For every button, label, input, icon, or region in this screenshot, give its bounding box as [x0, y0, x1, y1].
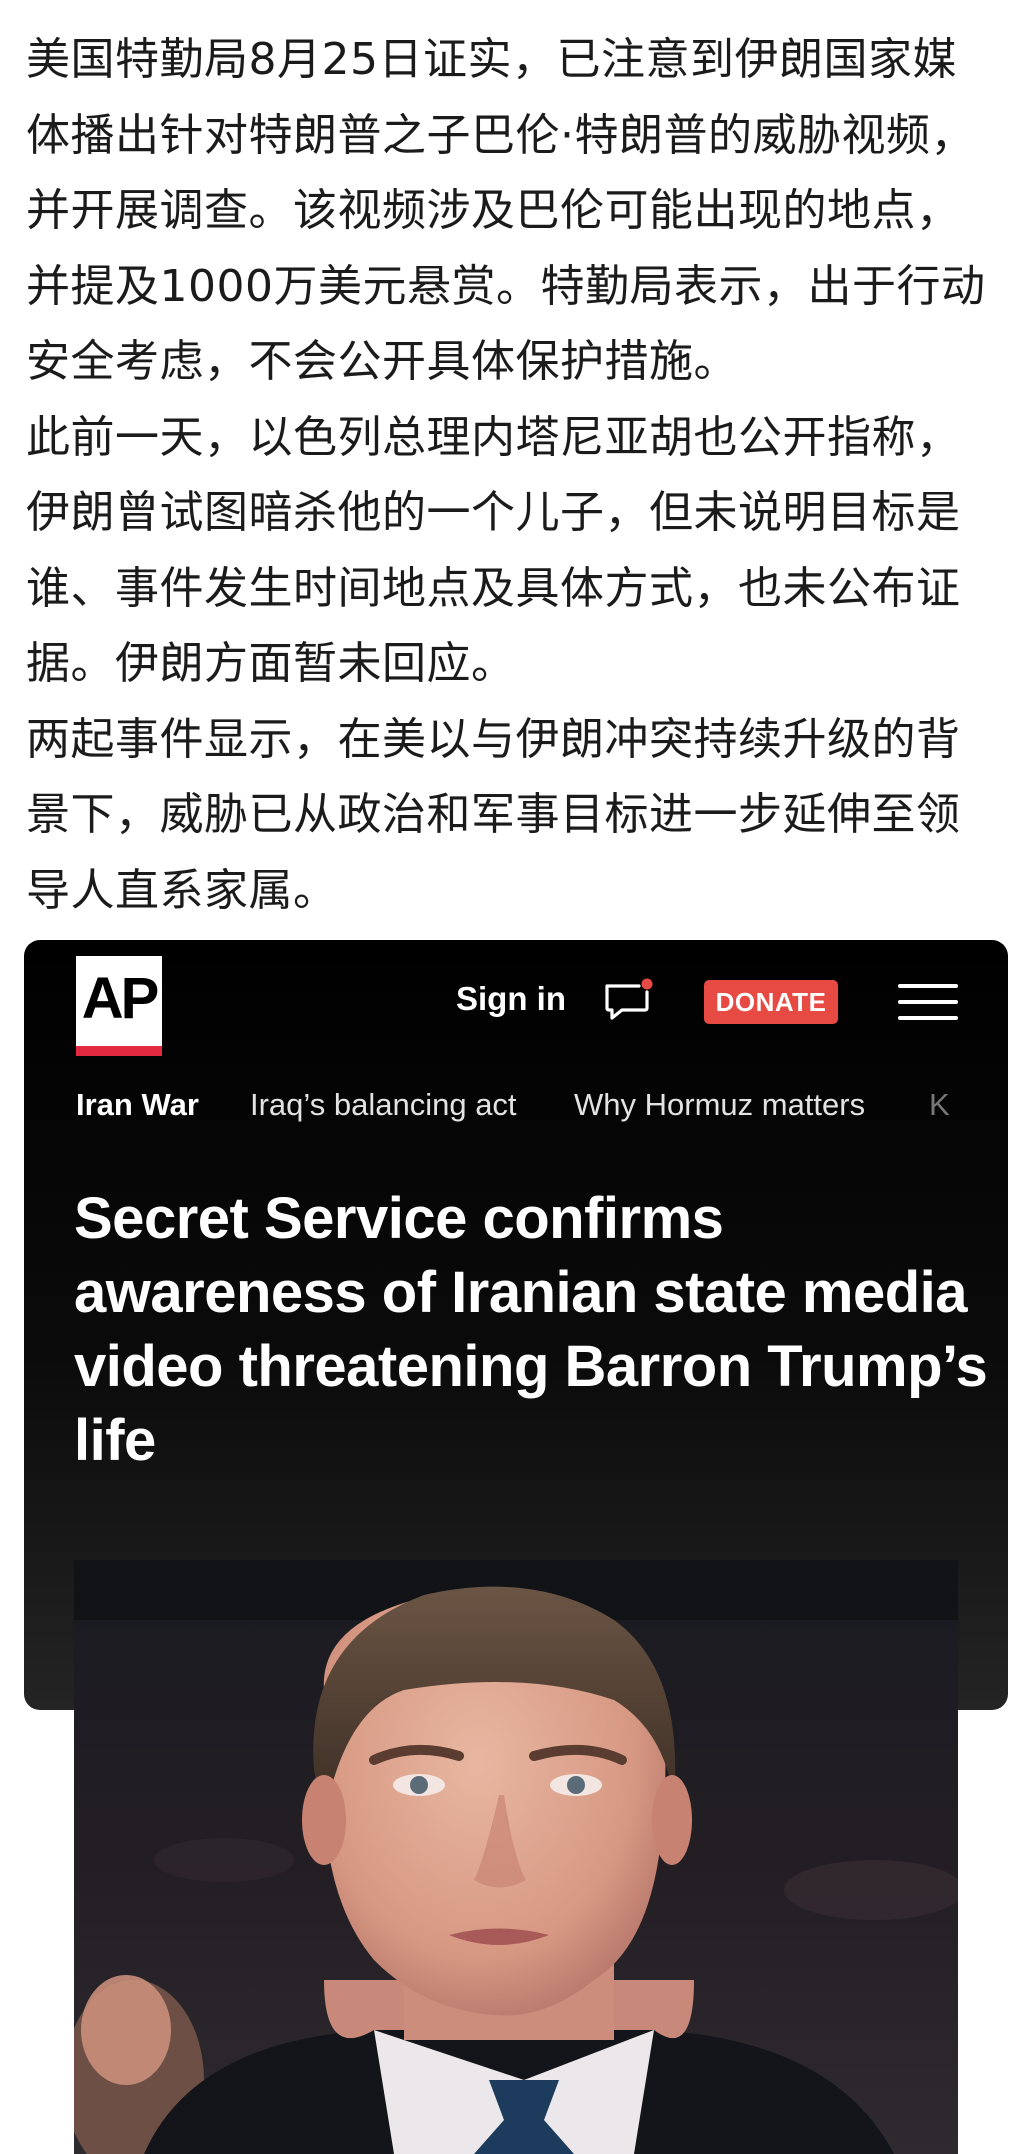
ap-logo-text: AP [81, 966, 160, 1031]
article-paragraph-3: 两起事件显示，在美以与伊朗冲突持续升级的背景下，威胁已从政治和军事目标进一步延伸… [26, 713, 961, 916]
tab-why-hormuz-matters[interactable]: Why Hormuz matters [574, 1060, 865, 1150]
article-paragraph-1: 美国特勤局8月25日证实，已注意到伊朗国家媒体播出针对特朗普之子巴伦·特朗普的威… [26, 34, 986, 387]
article-paragraph-2: 此前一天，以色列总理内塔尼亚胡也公开指称，伊朗曾试图暗杀他的一个儿子，但未说明目… [26, 411, 961, 690]
tab-overflow-partial[interactable]: K [929, 1060, 950, 1150]
article-headline: Secret Service confirms awareness of Ira… [74, 1186, 988, 1473]
ap-logo-red-bar [76, 1046, 162, 1056]
article-text: 美国特勤局8月25日证实，已注意到伊朗国家媒体播出针对特朗普之子巴伦·特朗普的威… [26, 22, 1001, 928]
ap-logo[interactable]: AP [76, 956, 162, 1056]
comment-icon[interactable] [602, 976, 654, 1022]
donate-button[interactable]: DONATE [704, 980, 838, 1024]
tab-iraq-balancing-act[interactable]: Iraq’s balancing act [250, 1060, 517, 1150]
sign-in-link[interactable]: Sign in [456, 980, 566, 1018]
menu-icon[interactable] [898, 982, 958, 1022]
category-label-clipped: POLITICS [76, 1136, 236, 1146]
article-photo [74, 1560, 958, 2154]
